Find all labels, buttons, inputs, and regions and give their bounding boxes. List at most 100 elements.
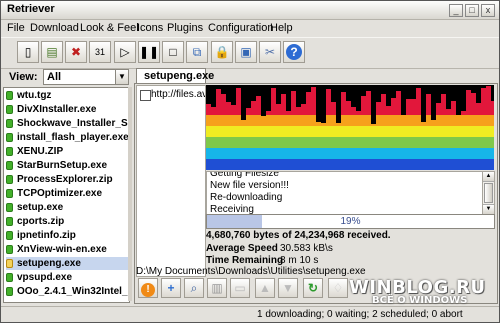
bytes-received: 4,680,760 bytes of 24,234,968 received. <box>206 230 391 241</box>
blank-icon[interactable]: ▭ <box>230 278 250 298</box>
schedule-icon: 31 <box>94 47 105 57</box>
play-button[interactable]: ▷ <box>114 41 136 63</box>
log-line: New file version!!! <box>210 180 289 191</box>
list-item-label: XENU.ZIP <box>17 146 64 157</box>
menu-download[interactable]: Download <box>30 22 79 34</box>
list-item[interactable]: setupeng.exe <box>6 257 128 270</box>
list-item[interactable]: OOo_2.4.1_Win32Intel_ins <box>6 285 129 298</box>
menu-plugins[interactable]: Plugins <box>167 22 203 34</box>
search-icon[interactable]: ⌕ <box>184 278 204 298</box>
view-filter: View: All ▼ <box>3 69 129 85</box>
minimize-button[interactable]: _ <box>449 4 463 17</box>
scroll-down-icon[interactable]: ▼ <box>483 204 494 214</box>
archive-button[interactable]: ▤ <box>41 41 63 63</box>
segment-gap <box>426 85 431 94</box>
url-checkbox-icon[interactable] <box>140 90 151 101</box>
segment-gap <box>381 85 386 94</box>
list-item[interactable]: XENU.ZIP <box>6 145 128 158</box>
segment-gap <box>291 85 296 91</box>
segment-gap <box>231 85 236 105</box>
list-item-label: install_flash_player.exe <box>17 132 129 143</box>
segment-band <box>206 115 494 126</box>
downloading-icon <box>6 259 13 268</box>
warning-icon[interactable]: ! <box>138 278 158 298</box>
refresh-icon[interactable]: ↻ <box>303 278 323 298</box>
segment-gap <box>481 85 486 88</box>
segment-gap <box>251 85 256 101</box>
menu-file[interactable]: File <box>7 22 25 34</box>
pause-button[interactable]: ❚❚ <box>138 41 160 63</box>
log-scrollbar[interactable]: ▲ ▼ <box>482 171 495 215</box>
scroll-thumb[interactable] <box>484 183 493 203</box>
list-item[interactable]: Shockwave_Installer_Slim <box>6 117 129 130</box>
list-item[interactable]: setup.exe <box>6 201 128 214</box>
file-path: D:\My Documents\Downloads\Utilities\setu… <box>136 266 366 277</box>
list-item[interactable]: StarBurnSetup.exe <box>6 159 128 172</box>
list-item[interactable]: ipnetinfo.zip <box>6 229 128 242</box>
list-item[interactable]: vpsupd.exe <box>6 271 128 284</box>
schedule-button[interactable]: 31 <box>89 41 111 63</box>
file-done-icon <box>6 119 13 128</box>
list-item[interactable]: wtu.tgz <box>6 89 128 102</box>
add-icon[interactable]: + <box>161 278 181 298</box>
list-item[interactable]: ProcessExplorer.zip <box>6 173 128 186</box>
list-item-label: DivXInstaller.exe <box>17 104 97 115</box>
scroll-up-icon[interactable]: ▲ <box>483 172 494 182</box>
list-item-label: vpsupd.exe <box>17 272 73 283</box>
menu-configuration[interactable]: Configuration <box>208 22 273 34</box>
down-icon[interactable]: ▼ <box>278 278 298 298</box>
main-toolbar: ▯ ▤ ✖ 31 ▷ ❚❚ □ ⧉ 🔒 ▣ ✂ ? <box>1 37 499 69</box>
segment-gap <box>346 85 351 101</box>
delete-icon[interactable]: ▥ <box>207 278 227 298</box>
list-item[interactable]: XnView-win-en.exe <box>6 243 128 256</box>
list-item[interactable]: install_flash_player.exe <box>6 131 129 144</box>
segment-gap <box>266 85 271 111</box>
progress-label: 19% <box>340 216 361 227</box>
close-button[interactable]: x <box>481 4 495 17</box>
segment-gap <box>271 85 276 88</box>
tools-button[interactable]: ✂ <box>259 41 281 63</box>
segment-gap <box>431 85 436 120</box>
list-item-label: setup.exe <box>17 202 64 213</box>
tab-setupeng[interactable]: setupeng.exe <box>136 68 214 84</box>
remove-button[interactable]: ✖ <box>65 41 87 63</box>
segment-gap <box>236 85 241 88</box>
download-toolbar: ! + ⌕ ▥ ▭ ▲ ▼ ↻ ♢ <box>136 278 364 300</box>
maximize-button[interactable]: □ <box>465 4 479 17</box>
list-splitter[interactable] <box>128 87 132 301</box>
view-select[interactable]: All ▼ <box>43 69 129 85</box>
list-item[interactable]: cports.zip <box>6 215 128 228</box>
url-list[interactable]: http://files.ava <box>136 85 206 277</box>
list-item-label: ProcessExplorer.zip <box>17 174 113 185</box>
download-list[interactable]: wtu.tgz DivXInstaller.exe Shockwave_Instal… <box>3 87 130 303</box>
stop-icon: □ <box>169 45 177 59</box>
file-done-icon <box>6 273 13 282</box>
lock-button[interactable]: 🔒 <box>211 41 233 63</box>
menu-look-and-feel[interactable]: Look & Feel <box>80 22 139 34</box>
segment-band <box>206 137 494 148</box>
file-done-icon <box>6 175 13 184</box>
bulb-icon[interactable]: ♢ <box>328 278 348 298</box>
up-icon[interactable]: ▲ <box>255 278 275 298</box>
list-item[interactable]: TCPOptimizer.exe <box>6 187 128 200</box>
menu-help[interactable]: Help <box>270 22 293 34</box>
network-button[interactable]: ⧉ <box>186 41 208 63</box>
view-label: View: <box>9 71 38 83</box>
monitor-icon: ▣ <box>240 45 252 59</box>
segment-gap <box>401 85 406 115</box>
segment-gap <box>336 85 341 123</box>
monitor-button[interactable]: ▣ <box>235 41 257 63</box>
play-icon: ▷ <box>120 45 130 59</box>
new-button[interactable]: ▯ <box>17 41 39 63</box>
file-done-icon <box>6 147 13 156</box>
stop-button[interactable]: □ <box>162 41 184 63</box>
chevron-down-icon[interactable]: ▼ <box>115 70 128 84</box>
segment-gap <box>226 85 231 102</box>
help-button[interactable]: ? <box>283 41 305 63</box>
file-done-icon <box>6 105 13 114</box>
segment-gap <box>301 85 306 104</box>
list-item[interactable]: DivXInstaller.exe <box>6 103 128 116</box>
menu-icons[interactable]: Icons <box>137 22 163 34</box>
help-icon: ? <box>286 44 302 60</box>
remove-icon: ✖ <box>70 45 82 59</box>
